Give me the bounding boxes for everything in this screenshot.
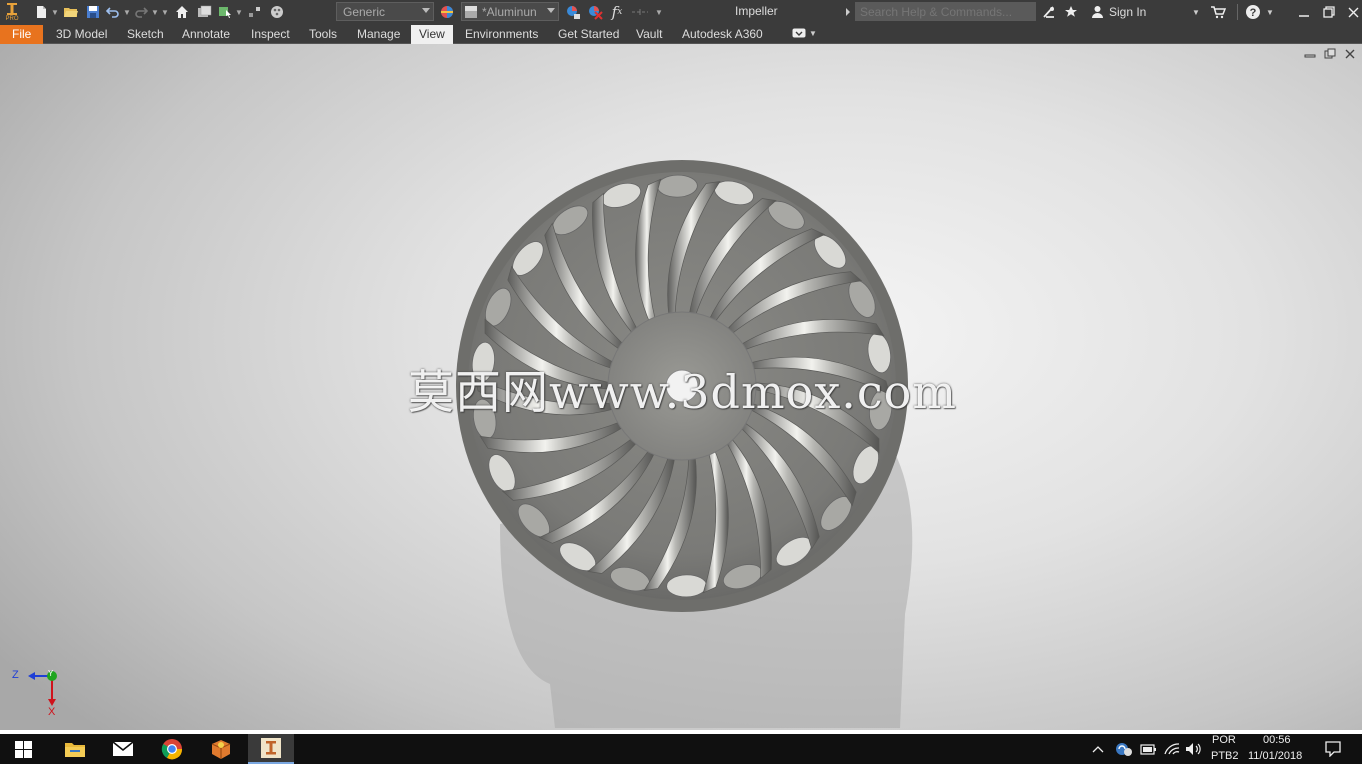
- tab-file[interactable]: File: [0, 25, 44, 44]
- save-icon[interactable]: [82, 0, 104, 24]
- axis-triad-graphic: [28, 671, 57, 706]
- tab-vault[interactable]: Vault: [630, 25, 668, 44]
- viewport-window-controls: [1304, 48, 1356, 60]
- select-dropdown-icon[interactable]: ▼: [234, 8, 244, 17]
- restore-window-icon[interactable]: [1319, 0, 1339, 24]
- volume-icon[interactable]: [1183, 734, 1205, 764]
- notification-center-icon[interactable]: [1318, 734, 1348, 764]
- appearance-globe-icon[interactable]: [438, 0, 456, 24]
- binoculars-icon[interactable]: [1040, 0, 1058, 24]
- inventor-logo[interactable]: PRO: [2, 0, 22, 24]
- input-language[interactable]: POR: [1212, 734, 1236, 746]
- windows-start-icon[interactable]: [0, 734, 46, 764]
- tab-manage[interactable]: Manage: [351, 25, 406, 44]
- document-title: Impeller: [735, 4, 778, 18]
- battery-icon[interactable]: [1137, 734, 1159, 764]
- viewport-restore-icon[interactable]: [1324, 48, 1336, 60]
- signin-dropdown-icon[interactable]: ▼: [1191, 0, 1201, 24]
- clock-time[interactable]: 00:56: [1263, 734, 1291, 746]
- tab-view[interactable]: View: [411, 25, 453, 44]
- new-dropdown-icon[interactable]: ▼: [50, 8, 60, 17]
- sync-tray-icon[interactable]: [1113, 734, 1135, 764]
- help-dropdown-icon[interactable]: ▼: [1265, 0, 1275, 24]
- measure-icon[interactable]: [628, 0, 652, 24]
- show-hidden-icons-icon[interactable]: [1089, 734, 1107, 764]
- material-value: *Aluminun: [482, 4, 537, 19]
- tab-annotate[interactable]: Annotate: [176, 25, 236, 44]
- wifi-icon[interactable]: [1161, 734, 1183, 764]
- viewport-minimize-icon[interactable]: [1304, 48, 1316, 60]
- undo-dropdown-icon[interactable]: ▼: [122, 8, 132, 17]
- parameters-subscript: x: [617, 7, 623, 17]
- cart-icon[interactable]: [1209, 0, 1227, 24]
- tab-tools[interactable]: Tools: [303, 25, 343, 44]
- mail-icon[interactable]: [100, 734, 146, 764]
- inventor-taskbar-icon[interactable]: [248, 734, 294, 764]
- material-select[interactable]: *Aluminun: [461, 2, 559, 21]
- favorites-star-icon[interactable]: [1063, 0, 1079, 24]
- adjust-appearance-icon[interactable]: [562, 0, 584, 24]
- user-icon[interactable]: [1089, 0, 1105, 24]
- chevron-down-icon: [547, 8, 555, 13]
- update-icon[interactable]: [194, 0, 216, 24]
- search-arrow-icon[interactable]: [843, 0, 853, 24]
- viewport-close-icon[interactable]: [1344, 48, 1356, 60]
- chrome-icon[interactable]: [149, 734, 195, 764]
- svg-text:?: ?: [1250, 7, 1257, 19]
- customize-dropdown-icon[interactable]: ▼: [160, 8, 170, 17]
- help-search-input[interactable]: [855, 2, 1036, 21]
- appearance-select[interactable]: Generic: [336, 2, 434, 21]
- ribbon-tab-bar: File 3D Model Sketch Annotate Inspect To…: [0, 24, 1362, 44]
- watermark-text: 莫西网www.3dmox.com: [408, 365, 957, 419]
- new-icon[interactable]: [32, 0, 50, 24]
- redo-icon[interactable]: [132, 0, 150, 24]
- color-override-icon[interactable]: [266, 0, 288, 24]
- title-bar: PRO ▼ ▼ ▼ ▼ ▼ Generic *Aluminun fx ▼ Imp…: [0, 0, 1362, 24]
- clear-appearance-icon[interactable]: [584, 0, 606, 24]
- close-window-icon[interactable]: [1343, 0, 1362, 24]
- axis-y-label: Y: [48, 669, 54, 678]
- qa-customize-icon[interactable]: ▼: [652, 8, 666, 17]
- axis-z-label: Z: [12, 669, 19, 681]
- open-icon[interactable]: [60, 0, 82, 24]
- material-swatch-icon: [465, 5, 477, 18]
- adjust-icon[interactable]: [244, 0, 266, 24]
- file-explorer-icon[interactable]: [52, 734, 98, 764]
- tab-3d-model[interactable]: 3D Model: [50, 25, 113, 44]
- tab-inspect[interactable]: Inspect: [245, 25, 296, 44]
- sign-in-link[interactable]: Sign In: [1109, 5, 1146, 19]
- parameters-icon[interactable]: fx: [606, 0, 628, 24]
- appearance-value: Generic: [343, 4, 386, 19]
- windows-taskbar: POR PTB2 00:56 11/01/2018: [0, 734, 1362, 764]
- package-app-icon[interactable]: [198, 734, 244, 764]
- logo-label: PRO: [5, 16, 19, 22]
- ribbon-display-toggle-icon[interactable]: ▼: [792, 28, 817, 38]
- undo-icon[interactable]: [104, 0, 122, 24]
- tab-autodesk-a360[interactable]: Autodesk A360: [676, 25, 769, 44]
- tab-sketch[interactable]: Sketch: [121, 25, 170, 44]
- graphics-viewport[interactable]: 莫西网www.3dmox.com Z Y X: [0, 44, 1362, 730]
- tab-get-started[interactable]: Get Started: [552, 25, 625, 44]
- home-icon[interactable]: [170, 0, 194, 24]
- tab-environments[interactable]: Environments: [459, 25, 544, 44]
- axis-x-label: X: [48, 706, 56, 718]
- help-icon[interactable]: ?: [1244, 0, 1262, 24]
- chevron-down-icon: [422, 8, 430, 13]
- clock-date[interactable]: 11/01/2018: [1248, 750, 1302, 762]
- axis-triad: Z Y X: [10, 664, 70, 723]
- impeller-model[interactable]: [420, 144, 960, 730]
- minimize-window-icon[interactable]: [1294, 0, 1314, 24]
- redo-dropdown-icon[interactable]: ▼: [150, 8, 160, 17]
- keyboard-layout[interactable]: PTB2: [1211, 750, 1239, 762]
- select-icon[interactable]: [216, 0, 234, 24]
